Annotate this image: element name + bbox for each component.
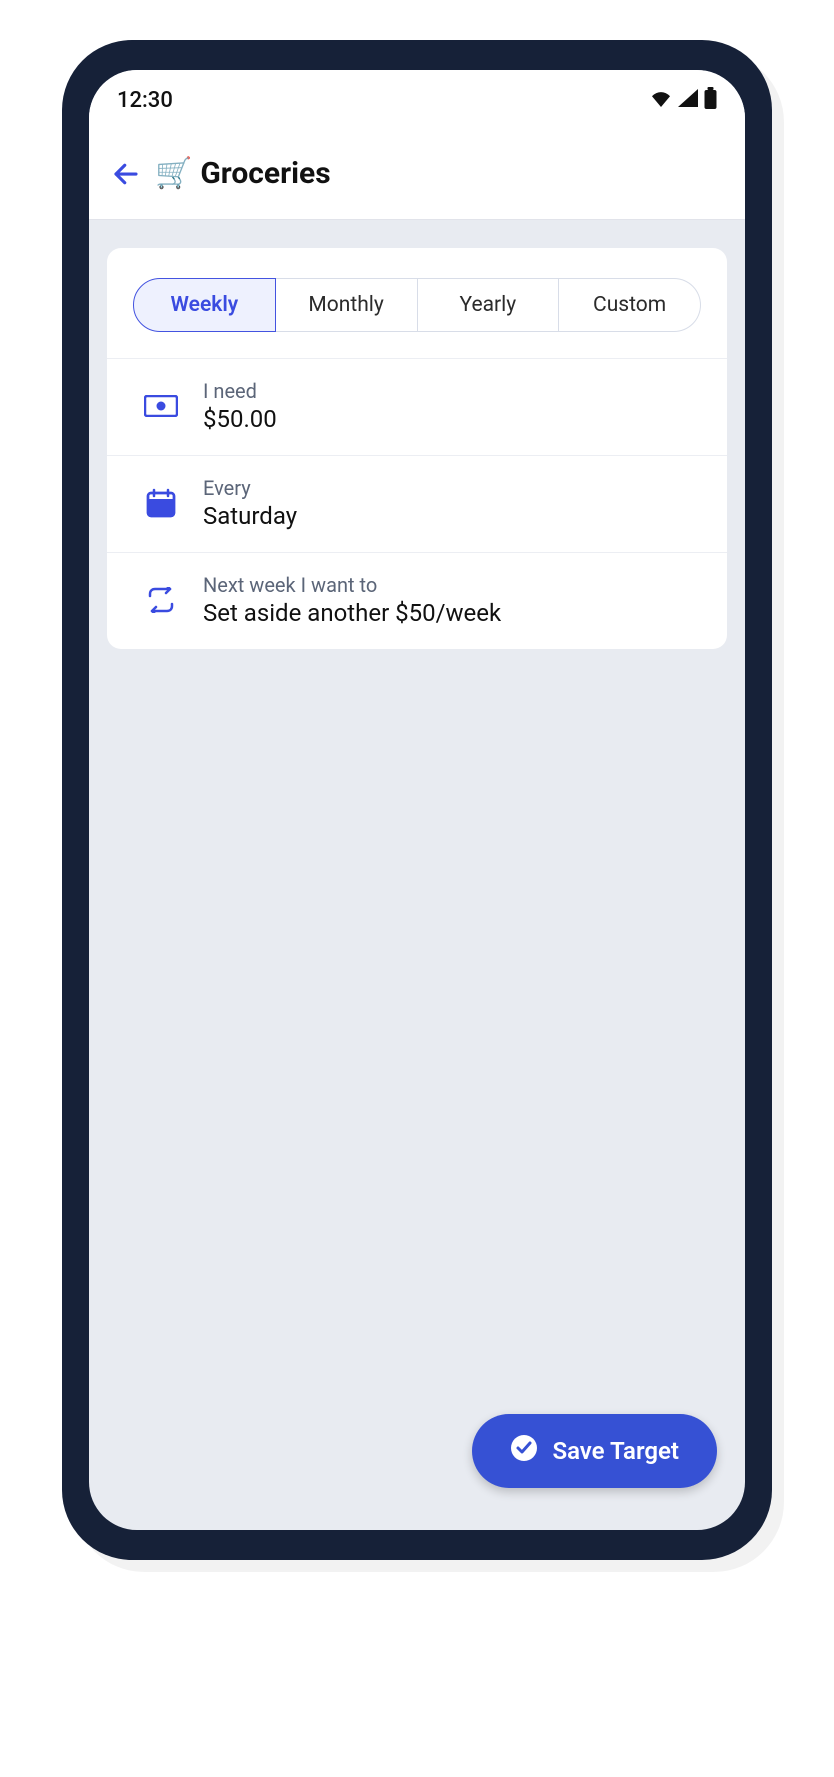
target-card: Weekly Monthly Yearly Custom I need $50.… <box>107 248 727 649</box>
money-icon <box>143 395 179 417</box>
page-title-text: Groceries <box>200 156 330 191</box>
wifi-icon <box>650 89 672 111</box>
next-label: Next week I want to <box>203 573 501 597</box>
battery-icon <box>704 87 717 113</box>
every-label: Every <box>203 476 297 500</box>
status-bar: 12:30 <box>89 70 745 130</box>
screen: 12:30 🛒 Groceries <box>89 70 745 1530</box>
period-segmented-control: Weekly Monthly Yearly Custom <box>133 278 701 332</box>
next-row[interactable]: Next week I want to Set aside another $5… <box>107 552 727 649</box>
tab-monthly[interactable]: Monthly <box>276 278 418 332</box>
repeat-icon <box>143 587 179 613</box>
next-value: Set aside another $50/week <box>203 599 501 627</box>
signal-icon <box>678 89 698 111</box>
tab-custom[interactable]: Custom <box>559 278 701 332</box>
calendar-icon <box>143 488 179 518</box>
next-text: Next week I want to Set aside another $5… <box>203 573 501 627</box>
app-bar: 🛒 Groceries <box>89 130 745 220</box>
status-icons <box>650 87 717 113</box>
tab-yearly[interactable]: Yearly <box>418 278 560 332</box>
check-circle-icon <box>510 1434 538 1468</box>
amount-row[interactable]: I need $50.00 <box>107 358 727 455</box>
back-button[interactable] <box>111 159 141 189</box>
page-title: 🛒 Groceries <box>155 156 331 191</box>
every-row[interactable]: Every Saturday <box>107 455 727 552</box>
status-time: 12:30 <box>117 88 173 113</box>
content-area: Weekly Monthly Yearly Custom I need $50.… <box>89 220 745 1530</box>
amount-label: I need <box>203 379 277 403</box>
every-value: Saturday <box>203 502 297 530</box>
tab-weekly[interactable]: Weekly <box>133 278 276 332</box>
device-frame: 12:30 🛒 Groceries <box>62 40 772 1560</box>
save-target-label: Save Target <box>552 1437 679 1465</box>
every-text: Every Saturday <box>203 476 297 530</box>
cart-icon: 🛒 <box>155 156 192 191</box>
amount-text: I need $50.00 <box>203 379 277 433</box>
amount-value: $50.00 <box>203 405 277 433</box>
save-target-button[interactable]: Save Target <box>472 1414 717 1488</box>
